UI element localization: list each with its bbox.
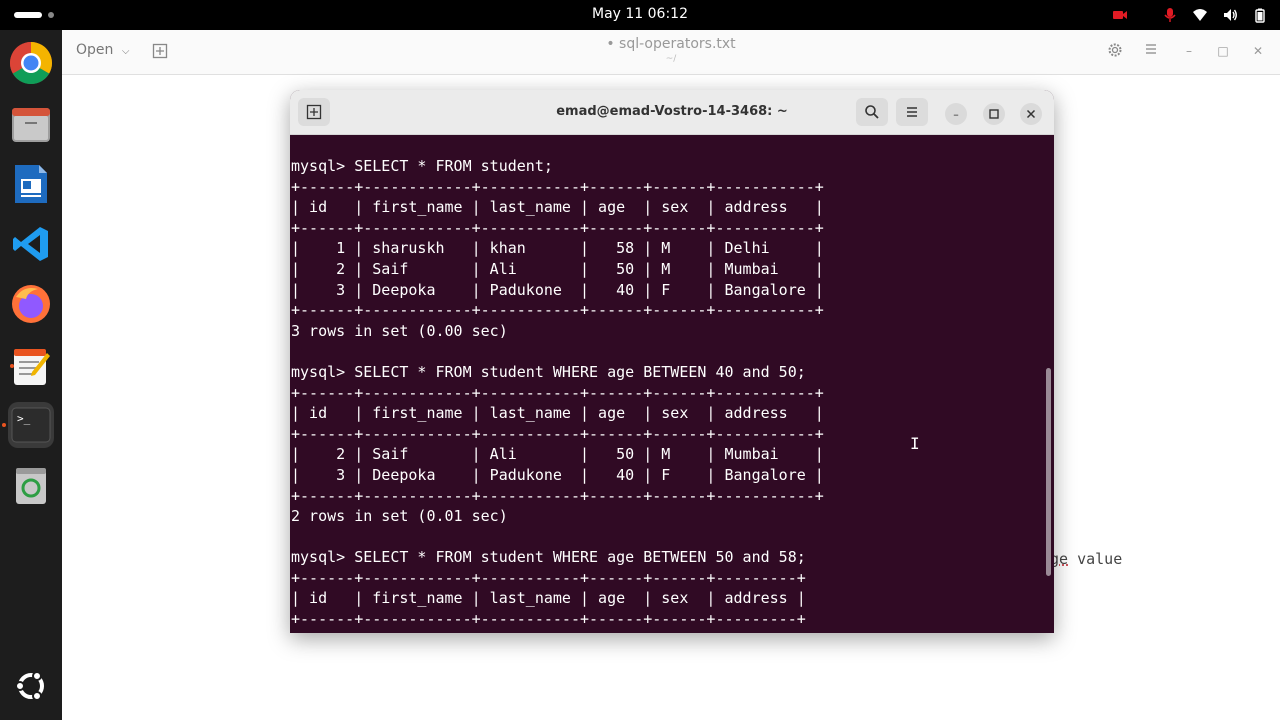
files-icon — [12, 108, 50, 142]
editor-visible-text[interactable]: ge value — [1050, 550, 1122, 568]
firefox-icon — [12, 285, 50, 323]
maximize-button[interactable]: □ — [1214, 42, 1232, 60]
terminal-output[interactable]: mysql> SELECT * FROM student; +------+---… — [291, 156, 1041, 630]
terminal-line: +------+------------+-----------+------+… — [291, 218, 824, 237]
terminal-line: +------+------------+-----------+------+… — [291, 301, 824, 320]
terminal-line: 3 rows in set (0.00 sec) — [291, 321, 508, 340]
terminal-line: | 2 | Saif | Ali | 50 | M | Mumbai | — [291, 445, 824, 464]
running-indicator — [10, 364, 14, 368]
terminal-title: emad@emad-Vostro-14-3468: ~ — [556, 104, 788, 119]
terminal-line: mysql> SELECT * FROM student WHERE age B… — [291, 362, 806, 381]
firefox-launcher[interactable] — [8, 281, 54, 327]
volume-icon[interactable] — [1222, 7, 1238, 23]
ubuntu-apps-icon — [15, 671, 44, 701]
maximize-icon — [989, 109, 999, 119]
menu-button[interactable] — [896, 98, 928, 126]
terminal-scrollbar[interactable] — [1046, 368, 1051, 576]
terminal-line: mysql> SELECT * FROM student; — [291, 157, 553, 175]
terminal-line: | 1 | sharuskh | khan | 58 | M | Delhi | — [291, 239, 824, 258]
terminal-line: +------+------------+-----------+------+… — [291, 610, 806, 629]
text-editor-launcher[interactable] — [8, 343, 54, 389]
search-button[interactable] — [856, 98, 888, 126]
trash-launcher[interactable] — [8, 462, 54, 508]
top-bar: May 11 06:12 — [0, 0, 1280, 30]
hamburger-icon — [1146, 44, 1156, 54]
chrome-launcher[interactable] — [8, 40, 54, 86]
document-path: ~/ — [665, 54, 677, 64]
editor-text: value — [1068, 550, 1123, 568]
terminal-line: 2 rows in set (0.01 sec) — [291, 507, 508, 526]
maximize-button[interactable] — [983, 103, 1005, 125]
terminal-line: | id | first_name | last_name | age | se… — [291, 198, 824, 217]
settings-button[interactable] — [1106, 42, 1124, 60]
show-apps-button[interactable] — [8, 663, 54, 709]
terminal-headerbar[interactable]: emad@emad-Vostro-14-3468: ~ – — [290, 90, 1054, 135]
vscode-icon — [13, 227, 48, 261]
terminal-launcher[interactable]: >_ — [2, 402, 54, 448]
terminal-line: | 2 | Saif | Ali | 50 | M | Mumbai | — [291, 259, 824, 278]
screen-record-icon[interactable] — [1112, 7, 1128, 23]
hamburger-icon — [907, 107, 917, 117]
search-icon — [865, 105, 879, 119]
files-launcher[interactable] — [8, 101, 54, 147]
terminal-line: +------+------------+-----------+------+… — [291, 383, 824, 402]
microphone-icon[interactable] — [1162, 7, 1178, 23]
minimize-icon: – — [953, 107, 959, 121]
writer-icon — [15, 165, 47, 203]
terminal-line: | 3 | Deepoka | Padukone | 40 | F | Bang… — [291, 465, 824, 484]
close-button[interactable] — [1020, 103, 1042, 125]
writer-launcher[interactable] — [8, 161, 54, 207]
chrome-icon — [9, 41, 53, 85]
minimize-button[interactable]: – — [1180, 42, 1198, 60]
wifi-icon[interactable] — [1192, 7, 1208, 23]
running-indicator — [2, 423, 6, 427]
document-title: • sql-operators.txt — [606, 36, 736, 52]
gear-icon — [1108, 43, 1122, 57]
minimize-button[interactable]: – — [945, 103, 967, 125]
terminal-line: | id | first_name | last_name | age | se… — [291, 589, 806, 608]
main-menu-button[interactable] — [1142, 42, 1160, 60]
close-icon: ✕ — [1252, 44, 1264, 58]
text-editor-headerbar: Open ⌵ • sql-operators.txt ~/ – □ ✕ — [62, 30, 1280, 75]
dock: >_ — [0, 30, 62, 720]
system-tray[interactable] — [1112, 6, 1268, 24]
minimize-icon: – — [1186, 44, 1192, 58]
clock[interactable]: May 11 06:12 — [0, 6, 1280, 22]
svg-text:>_: >_ — [17, 412, 31, 425]
terminal-line: +------+------------+-----------+------+… — [291, 177, 824, 196]
vscode-launcher[interactable] — [8, 221, 54, 267]
terminal-line: +------+------------+-----------+------+… — [291, 486, 824, 505]
terminal-line: | 3 | Deepoka | Padukone | 40 | F | Bang… — [291, 280, 824, 299]
terminal-line: | id | first_name | last_name | age | se… — [291, 404, 824, 423]
maximize-icon: □ — [1217, 44, 1229, 58]
close-icon — [1026, 109, 1036, 119]
terminal-icon: >_ — [11, 407, 51, 443]
mouse-cursor-icon: I — [910, 434, 920, 453]
battery-icon[interactable] — [1252, 7, 1268, 23]
close-button[interactable]: ✕ — [1249, 42, 1267, 60]
terminal-line: +------+------------+-----------+------+… — [291, 568, 806, 587]
trash-icon — [16, 468, 46, 504]
terminal-line: mysql> SELECT * FROM student WHERE age B… — [291, 548, 806, 567]
text-editor-icon — [14, 349, 50, 385]
terminal-line: +------+------------+-----------+------+… — [291, 424, 824, 443]
tray-spacer — [1142, 7, 1148, 23]
terminal-window[interactable]: emad@emad-Vostro-14-3468: ~ – mysql> SEL… — [290, 90, 1054, 633]
